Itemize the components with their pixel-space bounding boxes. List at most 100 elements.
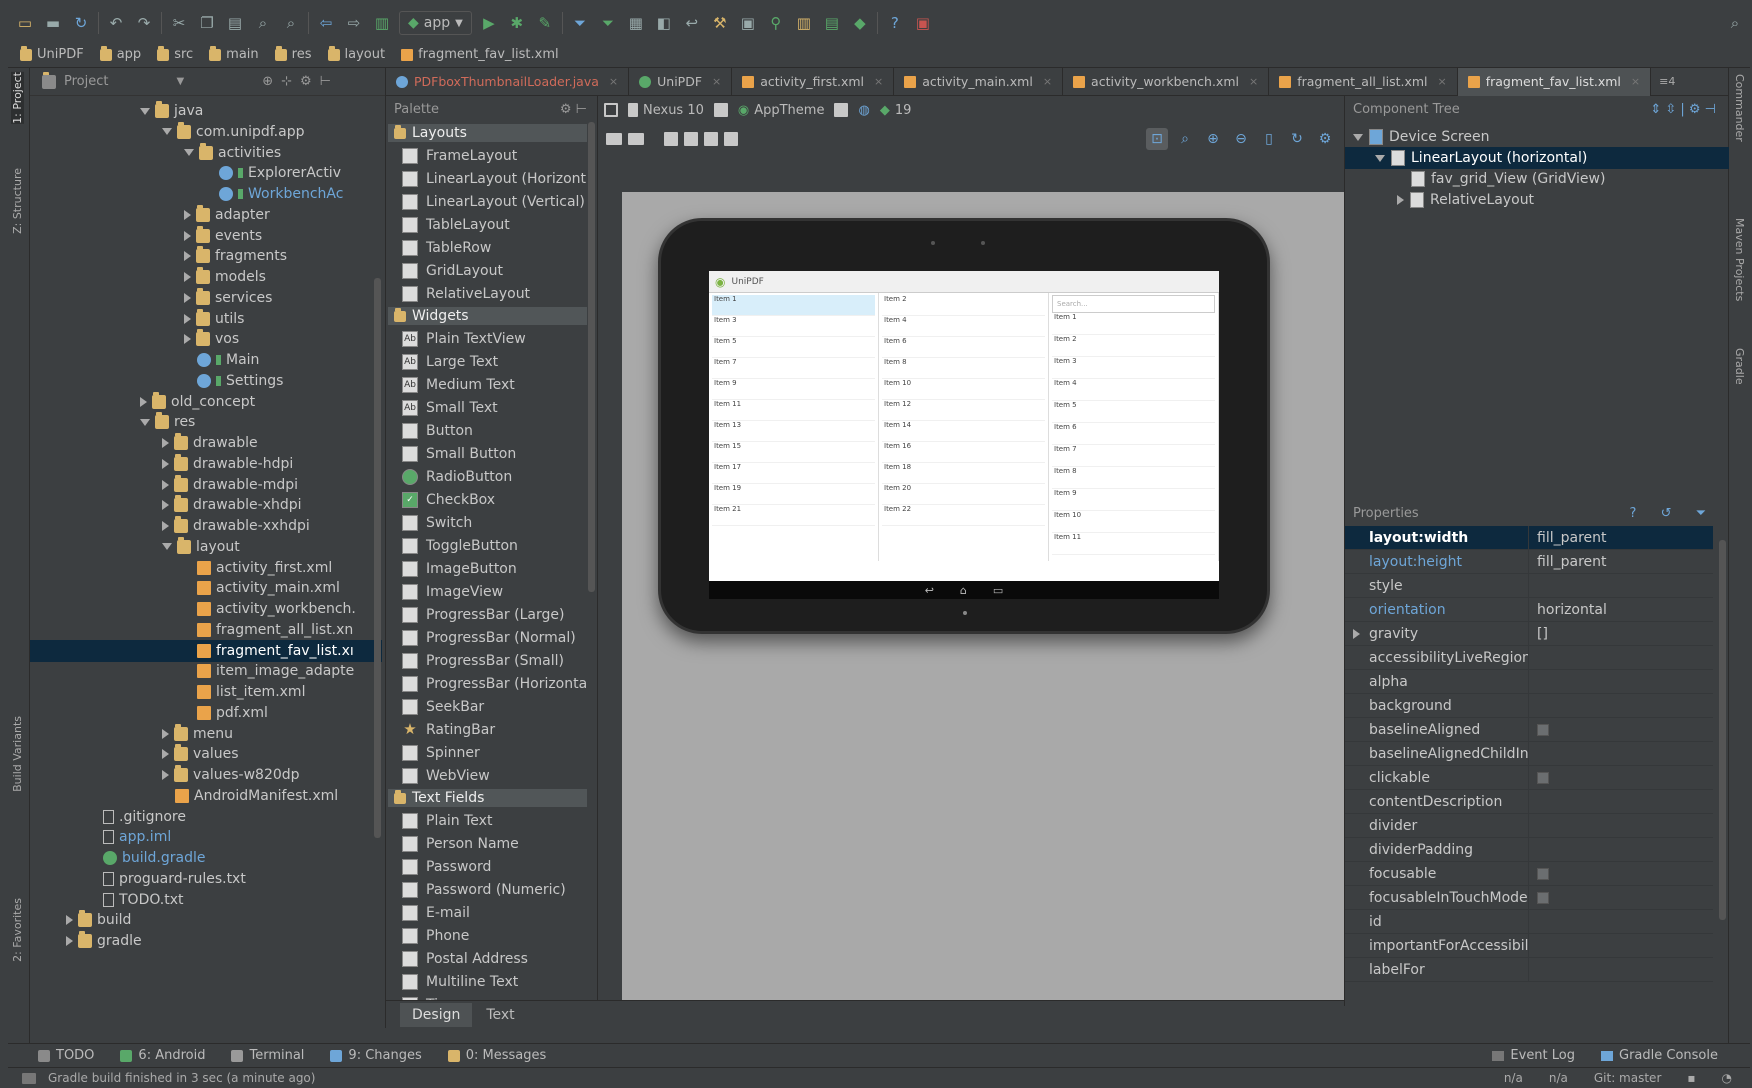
find-icon[interactable]: ⌕ bbox=[252, 12, 274, 34]
property-value[interactable] bbox=[1529, 838, 1537, 862]
refresh-icon[interactable]: ↻ bbox=[1286, 128, 1308, 150]
lock-icon[interactable]: ▪ bbox=[1687, 1071, 1695, 1085]
redo-icon[interactable]: ↷ bbox=[133, 12, 155, 34]
filter-icon[interactable]: ⏷ bbox=[569, 12, 591, 34]
palette-item[interactable]: Phone bbox=[386, 924, 597, 947]
property-checkbox[interactable] bbox=[1537, 771, 1549, 784]
device-select[interactable]: Nexus 10 bbox=[628, 103, 704, 118]
paste-icon[interactable]: ▤ bbox=[224, 12, 246, 34]
project-tree-item[interactable]: activity_first.xml bbox=[184, 557, 373, 579]
project-tree-item[interactable]: fragment_all_list.xn bbox=[184, 619, 373, 641]
project-tree-item[interactable]: drawable-xhdpi bbox=[162, 494, 373, 516]
collapsed-arrow-icon[interactable] bbox=[184, 334, 191, 345]
property-row[interactable]: focusableInTouchMode bbox=[1345, 885, 1713, 910]
palette-item[interactable]: Button bbox=[386, 419, 597, 442]
property-row[interactable]: orientation horizontal bbox=[1345, 597, 1713, 622]
property-value[interactable]: fill_parent bbox=[1529, 526, 1607, 550]
property-value[interactable] bbox=[1529, 790, 1537, 814]
activity-icon[interactable] bbox=[834, 103, 849, 117]
collapsed-arrow-icon[interactable] bbox=[1397, 195, 1404, 205]
collapsed-arrow-icon[interactable] bbox=[162, 521, 169, 531]
expanded-arrow-icon[interactable] bbox=[184, 149, 194, 156]
inspector-icon[interactable]: ◔ bbox=[1722, 1071, 1732, 1085]
palette-item[interactable]: Switch bbox=[386, 511, 597, 534]
help-icon[interactable]: ? ↺ ⏷ bbox=[1630, 506, 1716, 521]
close-icon[interactable]: × bbox=[1631, 75, 1640, 88]
run-icon[interactable]: ▶ bbox=[478, 12, 500, 34]
collapsed-arrow-icon[interactable] bbox=[162, 749, 169, 760]
palette-item[interactable]: LinearLayout (Vertical) bbox=[386, 190, 597, 213]
close-icon[interactable]: × bbox=[874, 75, 883, 88]
palette-item[interactable]: Ab Plain TextView bbox=[386, 327, 597, 350]
help-icon[interactable]: ? bbox=[884, 12, 906, 34]
component-tree-item[interactable]: fav_grid_View (GridView) bbox=[1397, 168, 1605, 190]
collapsed-arrow-icon[interactable] bbox=[162, 500, 169, 511]
project-tree-item[interactable]: ExplorerActiv bbox=[206, 162, 373, 184]
property-row[interactable]: accessibilityLiveRegion bbox=[1345, 645, 1713, 670]
property-value[interactable] bbox=[1529, 718, 1549, 742]
close-icon[interactable]: × bbox=[1438, 75, 1447, 88]
collapsed-arrow-icon[interactable] bbox=[184, 313, 191, 324]
palette-item[interactable]: FrameLayout bbox=[386, 144, 597, 167]
bottom-tool-button[interactable]: TODO bbox=[38, 1048, 94, 1063]
preview-icon[interactable] bbox=[604, 103, 618, 117]
save-icon[interactable]: ▬ bbox=[42, 12, 64, 34]
gear-icon[interactable]: ⚙ ⊢ bbox=[560, 102, 587, 117]
property-row[interactable]: importantForAccessibil bbox=[1345, 933, 1713, 958]
palette-item[interactable]: SeekBar bbox=[386, 695, 597, 718]
breadcrumb-item[interactable]: res bbox=[274, 45, 312, 62]
revert-icon[interactable]: ↩ bbox=[681, 12, 703, 34]
make-project-icon[interactable]: ▥ bbox=[371, 12, 393, 34]
property-row[interactable]: baselineAlignedChildIn bbox=[1345, 741, 1713, 766]
property-row[interactable]: clickable bbox=[1345, 765, 1713, 790]
favorites-tool-tab[interactable]: 2: Favorites bbox=[11, 898, 24, 962]
project-tree-item[interactable]: menu bbox=[162, 723, 373, 745]
zoom-in-icon[interactable]: ⊕ bbox=[1202, 128, 1224, 150]
collapsed-arrow-icon[interactable] bbox=[66, 936, 73, 946]
project-tool-tab[interactable]: 1: Project bbox=[11, 72, 24, 124]
project-tree-item[interactable]: drawable-mdpi bbox=[162, 474, 373, 496]
palette-item[interactable]: ImageView bbox=[386, 580, 597, 603]
palette-item[interactable]: TableRow bbox=[386, 236, 597, 259]
forward-icon[interactable]: ⇨ bbox=[343, 12, 365, 34]
palette-item[interactable]: WebView bbox=[386, 764, 597, 787]
project-tree-item[interactable]: utils bbox=[184, 308, 373, 330]
property-checkbox[interactable] bbox=[1537, 867, 1549, 880]
search-everywhere-icon[interactable]: ⌕ bbox=[1724, 12, 1746, 34]
sync-icon[interactable]: ↻ bbox=[70, 12, 92, 34]
collapsed-arrow-icon[interactable] bbox=[1353, 628, 1360, 639]
collapse-icon[interactable]: ⊹ bbox=[281, 74, 292, 89]
property-value[interactable] bbox=[1529, 694, 1537, 718]
editor-tab[interactable]: fragment_all_list.xml × bbox=[1269, 67, 1458, 96]
back-icon[interactable]: ⇦ bbox=[315, 12, 337, 34]
palette-item[interactable]: Password (Numeric) bbox=[386, 878, 597, 901]
palette-item[interactable]: Multiline Text bbox=[386, 970, 597, 993]
bottom-tool-button[interactable]: 0: Messages bbox=[447, 1048, 546, 1063]
editor-tab[interactable]: PDFboxThumbnailLoader.java × bbox=[386, 67, 630, 96]
project-tree-item[interactable]: drawable bbox=[162, 432, 373, 454]
avd-manager-icon[interactable]: ▤ bbox=[821, 12, 843, 34]
property-row[interactable]: alpha bbox=[1345, 669, 1713, 694]
replace-icon[interactable]: ⌕ bbox=[280, 12, 302, 34]
collapsed-arrow-icon[interactable] bbox=[162, 479, 169, 490]
tab-overflow-label[interactable]: ≡4 bbox=[1659, 75, 1675, 88]
editor-tab[interactable]: activity_first.xml × bbox=[732, 67, 895, 96]
debug-icon[interactable]: ✱ bbox=[506, 12, 528, 34]
collapsed-arrow-icon[interactable] bbox=[184, 251, 191, 262]
collapsed-arrow-icon[interactable] bbox=[162, 728, 169, 739]
editor-mode-tab[interactable]: Design bbox=[400, 1002, 473, 1027]
breadcrumb-item[interactable]: app bbox=[99, 45, 141, 62]
component-tree-item[interactable]: RelativeLayout bbox=[1397, 189, 1534, 211]
expanded-arrow-icon[interactable] bbox=[1353, 133, 1363, 141]
sdk-manager-icon[interactable]: ▥ bbox=[793, 12, 815, 34]
palette-item[interactable]: TableLayout bbox=[386, 213, 597, 236]
editor-mode-tab[interactable]: Text bbox=[474, 1003, 526, 1027]
api-level-select[interactable]: ◆ 19 bbox=[880, 103, 912, 118]
collapsed-arrow-icon[interactable] bbox=[184, 230, 191, 241]
property-checkbox[interactable] bbox=[1537, 891, 1549, 904]
project-tree-item[interactable]: layout bbox=[162, 536, 373, 558]
collapsed-arrow-icon[interactable] bbox=[66, 915, 73, 926]
project-tree-item[interactable]: list_item.xml bbox=[184, 681, 373, 703]
undo-icon[interactable]: ↶ bbox=[105, 12, 127, 34]
layout-action-icon[interactable] bbox=[724, 132, 738, 146]
